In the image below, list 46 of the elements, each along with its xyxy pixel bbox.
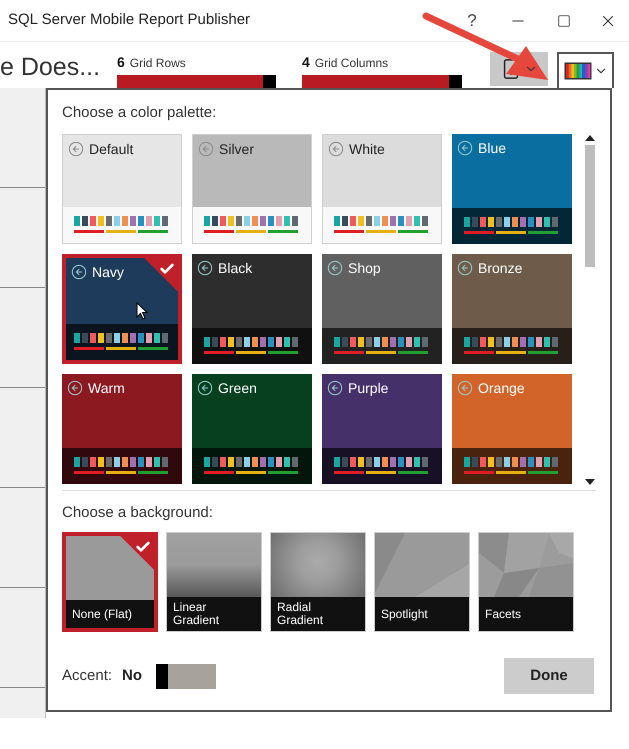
palette-tile[interactable]: Silver xyxy=(192,134,312,244)
grid-count: 4 xyxy=(302,53,310,72)
palette-tile[interactable]: Green xyxy=(192,374,312,484)
background-tile[interactable]: None (Flat) xyxy=(62,532,158,632)
palette-name: Silver xyxy=(219,140,254,156)
palette-name: Blue xyxy=(478,140,506,156)
palette-tile[interactable]: Orange xyxy=(452,374,572,484)
section-heading: Choose a color palette: xyxy=(62,103,218,123)
window-title: SQL Server Mobile Report Publisher xyxy=(8,10,252,30)
palette-name: Shop xyxy=(348,260,381,276)
background-name: Facets xyxy=(485,608,522,620)
palette-tile[interactable]: Bronze xyxy=(452,254,572,364)
background-name: Linear Gradient xyxy=(173,601,220,627)
palette-tile[interactable]: Black xyxy=(192,254,312,364)
help-button[interactable]: ? xyxy=(449,8,495,34)
accent-value: No xyxy=(122,666,142,686)
palette-tile[interactable]: Shop xyxy=(322,254,442,364)
palette-name: Green xyxy=(218,380,257,396)
slider-label: Grid Columns xyxy=(314,55,388,72)
accent-label: Accent: xyxy=(62,666,112,686)
palette-tile[interactable]: Blue xyxy=(452,134,572,244)
report-title: e Does... xyxy=(0,52,102,82)
palette-name: Black xyxy=(218,260,252,276)
background-tile[interactable]: Linear Gradient xyxy=(166,532,262,632)
background-tile[interactable]: Spotlight xyxy=(374,532,470,632)
background-name: None (Flat) xyxy=(72,608,132,620)
palette-tile[interactable]: Purple xyxy=(322,374,442,484)
palette-name: White xyxy=(349,140,385,156)
palette-name: Orange xyxy=(478,380,525,396)
palette-name: Navy xyxy=(92,264,124,280)
background-name: Radial Gradient xyxy=(277,601,324,627)
background-tile[interactable]: Facets xyxy=(478,532,574,632)
palette-name: Default xyxy=(89,140,134,156)
palette-tile[interactable]: Warm xyxy=(62,374,182,484)
palette-name: Warm xyxy=(88,380,125,396)
background-tile[interactable]: Radial Gradient xyxy=(270,532,366,632)
palette-tile[interactable]: White xyxy=(322,134,442,244)
slider-label: Grid Rows xyxy=(130,55,186,72)
background-name: Spotlight xyxy=(381,608,428,620)
grid-count: 6 xyxy=(117,53,125,72)
palette-name: Purple xyxy=(348,380,388,396)
palette-tile[interactable]: Navy xyxy=(62,254,182,364)
palette-tile[interactable]: Default xyxy=(62,134,182,244)
section-heading: Choose a background: xyxy=(62,502,214,522)
palette-name: Bronze xyxy=(478,260,522,276)
done-button[interactable]: Done xyxy=(504,658,594,694)
